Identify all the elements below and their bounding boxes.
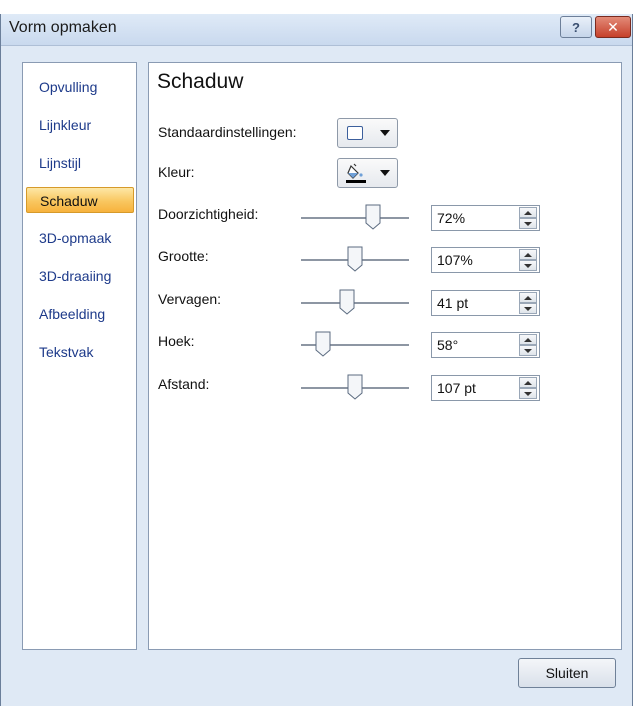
sidebar-item-label: Tekstvak [39, 344, 94, 360]
angle-label: Hoek: [158, 333, 195, 349]
sidebar-item-afbeelding[interactable]: Afbeelding [26, 301, 134, 327]
sidebar-item-label: 3D-draaiing [39, 268, 112, 284]
distance-slider-thumb[interactable] [347, 374, 363, 400]
increment-button[interactable] [519, 249, 537, 260]
arrow-down-icon [524, 221, 532, 226]
transparency-label: Doorzichtigheid: [158, 206, 259, 222]
chevron-down-icon [380, 170, 390, 176]
sidebar-item-opvulling[interactable]: Opvulling [26, 74, 134, 100]
blur-value[interactable]: 41 pt [437, 295, 468, 311]
format-shape-dialog: Vorm opmaken ? ✕ Opvulling Lijnkleur Lij… [0, 14, 633, 706]
arrow-down-icon [524, 306, 532, 311]
sidebar-item-label: 3D-opmaak [39, 230, 112, 246]
sidebar-item-schaduw[interactable]: Schaduw [26, 187, 134, 213]
distance-value[interactable]: 107 pt [437, 380, 476, 396]
help-button[interactable]: ? [560, 16, 592, 38]
decrement-button[interactable] [519, 303, 537, 314]
close-button[interactable]: Sluiten [518, 658, 616, 688]
decrement-button[interactable] [519, 345, 537, 356]
increment-button[interactable] [519, 207, 537, 218]
blur-label: Vervagen: [158, 291, 222, 307]
sidebar-item-label: Lijnkleur [39, 117, 92, 133]
increment-button[interactable] [519, 377, 537, 388]
angle-spinner[interactable]: 58° [431, 332, 540, 358]
size-spinner[interactable]: 107% [431, 247, 540, 273]
dialog-title: Vorm opmaken [9, 19, 117, 36]
preset-dropdown[interactable] [337, 118, 398, 148]
preset-label: Standaardinstellingen: [158, 124, 297, 140]
arrow-down-icon [524, 391, 532, 396]
angle-value[interactable]: 58° [437, 337, 458, 353]
shadow-settings-panel: Schaduw Standaardinstellingen: Kleur: Do… [148, 62, 622, 650]
chevron-down-icon [380, 130, 390, 136]
transparency-spinner[interactable]: 72% [431, 205, 540, 231]
sidebar-item-lijnstijl[interactable]: Lijnstijl [26, 150, 134, 176]
increment-button[interactable] [519, 334, 537, 345]
transparency-slider-thumb[interactable] [365, 204, 381, 230]
sidebar-item-tekstvak[interactable]: Tekstvak [26, 339, 134, 365]
arrow-down-icon [524, 263, 532, 268]
sidebar-item-3d-opmaak[interactable]: 3D-opmaak [26, 225, 134, 251]
arrow-up-icon [524, 210, 532, 215]
angle-slider-thumb[interactable] [315, 331, 331, 357]
blur-spinner[interactable]: 41 pt [431, 290, 540, 316]
category-sidebar: Opvulling Lijnkleur Lijnstijl Schaduw 3D… [22, 62, 137, 650]
arrow-down-icon [524, 348, 532, 353]
transparency-slider-track[interactable] [301, 217, 409, 219]
size-label: Grootte: [158, 248, 209, 264]
arrow-up-icon [524, 252, 532, 257]
page-title: Schaduw [157, 70, 244, 93]
sidebar-item-3d-draaiing[interactable]: 3D-draaiing [26, 263, 134, 289]
distance-label: Afstand: [158, 376, 210, 392]
sidebar-item-label: Afbeelding [39, 306, 106, 322]
close-icon: ✕ [607, 18, 619, 35]
color-dropdown[interactable] [337, 158, 398, 188]
decrement-button[interactable] [519, 388, 537, 399]
color-label: Kleur: [158, 164, 195, 180]
shadow-preset-icon [347, 126, 363, 140]
decrement-button[interactable] [519, 260, 537, 271]
blur-slider-track[interactable] [301, 302, 409, 304]
arrow-up-icon [524, 295, 532, 300]
arrow-up-icon [524, 380, 532, 385]
sidebar-item-lijnkleur[interactable]: Lijnkleur [26, 112, 134, 138]
paint-bucket-icon [346, 163, 366, 183]
sidebar-item-label: Schaduw [40, 193, 98, 209]
distance-spinner[interactable]: 107 pt [431, 375, 540, 401]
size-slider-thumb[interactable] [347, 246, 363, 272]
transparency-value[interactable]: 72% [437, 210, 465, 226]
sidebar-item-label: Opvulling [39, 79, 98, 95]
arrow-up-icon [524, 337, 532, 342]
decrement-button[interactable] [519, 218, 537, 229]
title-bar[interactable]: Vorm opmaken ? ✕ [1, 14, 632, 46]
help-icon: ? [572, 19, 580, 35]
size-value[interactable]: 107% [437, 252, 473, 268]
blur-slider-thumb[interactable] [339, 289, 355, 315]
increment-button[interactable] [519, 292, 537, 303]
window-close-button[interactable]: ✕ [595, 16, 631, 38]
sidebar-item-label: Lijnstijl [39, 155, 82, 171]
